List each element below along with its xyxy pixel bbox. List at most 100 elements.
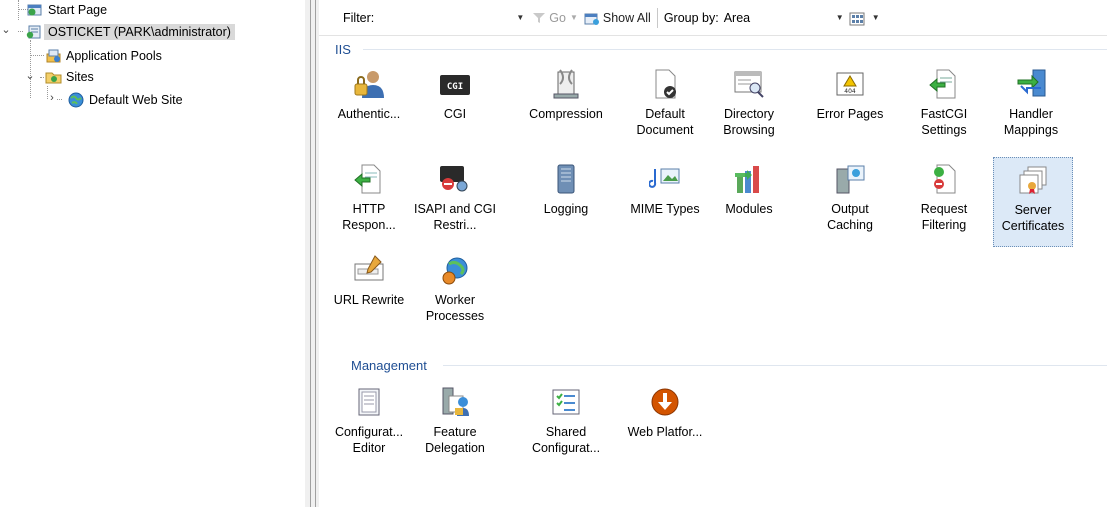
tree-item-label: Sites (66, 70, 94, 84)
feature-cgi[interactable]: CGI CGI (415, 62, 495, 152)
worker-processes-icon (439, 254, 471, 286)
tree-item-label: Application Pools (66, 49, 162, 63)
feature-label: Web Platfor... (627, 425, 703, 439)
chevron-down-icon[interactable]: ⌄ (1, 23, 11, 36)
feature-mime-types[interactable]: MIME Types (625, 157, 705, 247)
web-platform-installer-icon (649, 386, 681, 418)
request-filtering-icon (928, 163, 960, 195)
svg-text:CGI: CGI (447, 82, 463, 92)
cgi-icon: CGI (439, 68, 471, 100)
feature-label: Directory Browsing (723, 107, 775, 137)
group-header-management: Management (351, 357, 427, 373)
feature-handler-mappings[interactable]: Handler Mappings (991, 62, 1071, 152)
view-grid-icon (849, 12, 865, 25)
tree-item-server[interactable]: OSTICKET (PARK\administrator) (26, 23, 235, 41)
globe-icon (68, 92, 85, 108)
feature-label: ISAPI and CGI Restri... (414, 202, 496, 232)
start-page-icon (27, 2, 44, 18)
tree-item-application-pools[interactable]: Application Pools (45, 47, 162, 65)
group-by-select[interactable]: Area ▼ (724, 7, 844, 29)
application-pools-icon (45, 48, 62, 64)
feature-label: Request Filtering (920, 202, 968, 232)
tree-item-sites[interactable]: Sites (45, 68, 94, 86)
directory-browsing-icon (733, 68, 765, 100)
feature-label: Authentic... (337, 107, 401, 121)
feature-label: CGI (443, 107, 467, 121)
tree-item-default-web-site[interactable]: Default Web Site (68, 91, 183, 109)
group-header-iis: IIS (335, 41, 351, 57)
filter-label: Filter: (343, 10, 375, 25)
group-by-label: Group by: (663, 10, 719, 25)
feature-label: Default Document (636, 107, 694, 137)
feature-label: FastCGI Settings (920, 107, 968, 137)
feature-feature-delegation[interactable]: Feature Delegation (415, 380, 495, 470)
feature-delegation-icon (439, 386, 471, 418)
authentication-icon (353, 68, 385, 100)
filter-toolbar: Filter: ▼ Go ▼ Show All Group by: Area ▼… (319, 0, 1107, 36)
features-view: Filter: ▼ Go ▼ Show All Group by: Area ▼… (319, 0, 1107, 507)
feature-error-pages[interactable]: 404 Error Pages (810, 62, 890, 152)
go-button[interactable]: Go ▼ (532, 11, 578, 25)
feature-label: Output Caching (827, 202, 873, 232)
feature-label: Configurat... Editor (334, 425, 404, 455)
feature-server-certificates[interactable]: Server Certificates (993, 157, 1073, 247)
feature-label: URL Rewrite (333, 293, 405, 307)
feature-authentication[interactable]: Authentic... (329, 62, 409, 152)
feature-label: Server Certificates (1001, 203, 1065, 233)
feature-fastcgi-settings[interactable]: FastCGI Settings (904, 62, 984, 152)
default-document-icon (649, 68, 681, 100)
isapi-cgi-restrictions-icon (439, 163, 471, 195)
feature-directory-browsing[interactable]: Directory Browsing (709, 62, 789, 152)
fastcgi-settings-icon (928, 68, 960, 100)
feature-http-response-headers[interactable]: HTTP Respon... (329, 157, 409, 247)
feature-configuration-editor[interactable]: Configurat... Editor (329, 380, 409, 470)
feature-shared-configuration[interactable]: Shared Configurat... (526, 380, 606, 470)
handler-mappings-icon (1015, 68, 1047, 100)
tree-item-label: Default Web Site (89, 93, 183, 107)
feature-label: Handler Mappings (1003, 107, 1059, 137)
feature-label: Shared Configurat... (531, 425, 601, 455)
feature-url-rewrite[interactable]: URL Rewrite (329, 248, 409, 338)
feature-label: HTTP Respon... (342, 202, 396, 232)
feature-isapi-cgi-restrictions[interactable]: ISAPI and CGI Restri... (414, 157, 496, 247)
configuration-editor-icon (353, 386, 385, 418)
feature-output-caching[interactable]: Output Caching (810, 157, 890, 247)
compression-icon (550, 68, 582, 100)
feature-default-document[interactable]: Default Document (625, 62, 705, 152)
sites-folder-icon (45, 69, 62, 85)
tree-item-start-page[interactable]: Start Page (27, 1, 107, 19)
feature-label: Feature Delegation (425, 425, 485, 455)
tree-item-label: Start Page (48, 3, 108, 17)
iis-manager-window: Start Page ⌄ OSTICKET (PARK\administrato… (0, 0, 1107, 507)
mime-types-icon (648, 163, 681, 195)
group-divider (363, 49, 1107, 50)
shared-configuration-icon (550, 386, 582, 418)
connections-tree[interactable]: Start Page ⌄ OSTICKET (PARK\administrato… (0, 0, 305, 507)
feature-web-platform-installer[interactable]: Web Platfor... (625, 380, 705, 470)
feature-request-filtering[interactable]: Request Filtering (904, 157, 984, 247)
funnel-icon (532, 12, 546, 24)
feature-logging[interactable]: Logging (526, 157, 606, 247)
server-certificates-icon (1018, 164, 1050, 196)
tree-item-label: OSTICKET (PARK\administrator) (44, 24, 235, 40)
show-all-icon (584, 12, 600, 25)
view-mode-button[interactable]: ▼ (849, 12, 880, 25)
feature-worker-processes[interactable]: Worker Processes (415, 248, 495, 338)
feature-label: Modules (725, 202, 773, 216)
feature-label: Error Pages (816, 107, 884, 121)
dropdown-arrow-icon: ▼ (569, 13, 578, 22)
feature-label: Logging (543, 202, 589, 216)
chevron-down-icon[interactable]: ⌄ (25, 69, 35, 82)
url-rewrite-icon (353, 254, 385, 286)
pane-splitter[interactable] (305, 0, 319, 507)
feature-compression[interactable]: Compression (526, 62, 606, 152)
svg-text:404: 404 (844, 88, 856, 95)
chevron-right-icon[interactable]: › (47, 92, 57, 104)
filter-input[interactable]: ▼ (384, 7, 524, 29)
feature-label: Compression (529, 107, 603, 121)
dropdown-arrow-icon[interactable]: ▼ (516, 13, 524, 22)
show-all-button[interactable]: Show All (584, 11, 651, 25)
error-pages-icon: 404 (834, 68, 866, 100)
feature-modules[interactable]: Modules (709, 157, 789, 247)
logging-icon (550, 163, 582, 195)
